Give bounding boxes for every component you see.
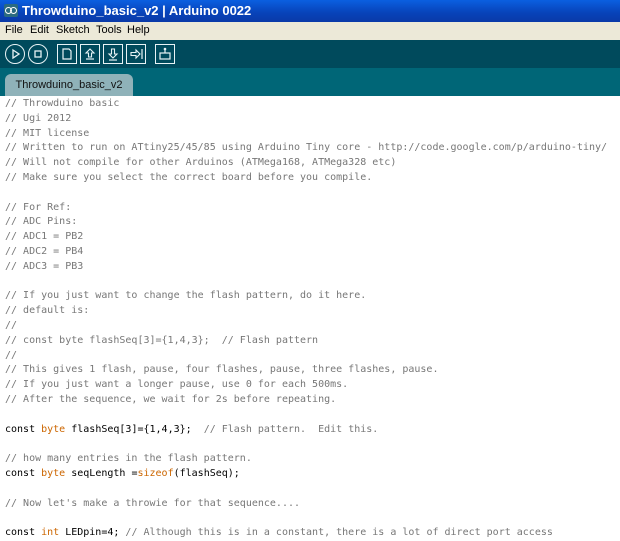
comment-line: // ADC2 = PB4 (5, 245, 83, 260)
comment-text: // If you just want to change the flash … (5, 290, 367, 302)
serial-monitor-button[interactable] (155, 44, 175, 64)
code-line: const int LEDpin=4; // Although this is … (5, 526, 553, 541)
stop-icon (34, 50, 42, 58)
menu-edit[interactable]: Edit (30, 24, 49, 36)
code-text: flashSeq[3]={1,4,3}; (65, 423, 204, 435)
save-arrow-down-icon (107, 48, 119, 61)
comment-line: // ADC1 = PB2 (5, 230, 83, 245)
comment-line: // const byte flashSeq[3]={1,4,3}; // Fl… (5, 334, 318, 349)
comment-text: // ADC Pins: (5, 216, 78, 228)
upload-arrow-right-icon (130, 48, 143, 60)
save-button[interactable] (103, 44, 123, 64)
code-editor[interactable]: // Throwduino basic // Ugi 2012 // MIT lic… (0, 96, 620, 541)
code-line: const byte seqLength =sizeof(flashSeq); (5, 467, 240, 482)
comment-line: // After the sequence, we wait for 2s be… (5, 393, 336, 408)
comment-text: // Flash pattern. Edit this. (203, 423, 379, 435)
keyword-token: int (41, 527, 60, 539)
comment-line: // Will not compile for other Arduinos (… (5, 156, 396, 171)
comment-text: // Make sure you select the correct boar… (5, 172, 373, 183)
comment-line: // This gives 1 flash, pause, four flash… (5, 363, 438, 378)
menu-sketch[interactable]: Sketch (56, 24, 90, 36)
comment-text: // (5, 320, 18, 331)
comment-line: // For Ref: (5, 201, 71, 216)
code-text: const (5, 527, 42, 539)
comment-text: // For Ref: (5, 201, 72, 213)
keyword-token: sizeof (137, 468, 174, 479)
comment-line: // ADC Pins: (5, 215, 77, 230)
menu-bar: File Edit Sketch Tools Help (0, 22, 620, 41)
arduino-app-icon (4, 4, 18, 17)
comment-line: // Throwduino basic (5, 97, 119, 112)
comment-text: // const byte flashSeq[3]={1,4,3}; // Fl… (5, 334, 319, 346)
comment-text: // (5, 349, 18, 361)
code-line: const byte flashSeq[3]={1,4,3}; // Flash… (5, 423, 378, 438)
comment-line: // ADC3 = PB3 (5, 260, 83, 275)
open-button[interactable] (80, 44, 100, 64)
comment-text: // Although this is in a constant, there… (125, 527, 553, 539)
new-file-icon (62, 48, 72, 60)
code-text: const (5, 423, 42, 435)
comment-line: // If you just want a longer pause, use … (5, 378, 348, 393)
comment-text: // This gives 1 flash, pause, four flash… (5, 364, 439, 376)
code-text: LEDpin=4; (59, 527, 126, 539)
code-text: (flashSeq); (173, 468, 240, 479)
comment-text: // Ugi 2012 (5, 112, 72, 124)
comment-line: // Ugi 2012 (5, 112, 71, 127)
comment-text: // ADC3 = PB3 (5, 260, 84, 272)
comment-text: // Throwduino basic (5, 98, 120, 109)
menu-tools[interactable]: Tools (96, 24, 122, 36)
toolbar (0, 40, 620, 68)
keyword-token: byte (41, 423, 66, 435)
new-button[interactable] (57, 44, 77, 64)
comment-line: // MIT license (5, 127, 89, 142)
tab-label: Throwduino_basic_v2 (15, 79, 123, 91)
comment-line: // Written to run on ATtiny25/45/85 usin… (5, 141, 607, 156)
window-title: Throwduino_basic_v2 | Arduino 0022 (22, 3, 252, 18)
menu-help[interactable]: Help (127, 24, 150, 36)
title-bar: Throwduino_basic_v2 | Arduino 0022 (0, 0, 620, 22)
comment-line: // Make sure you select the correct boar… (5, 171, 372, 186)
comment-line: // (5, 319, 17, 334)
comment-text: // ADC1 = PB2 (5, 231, 84, 243)
comment-text: // If you just want a longer pause, use … (5, 379, 349, 391)
comment-text: // default is: (5, 305, 90, 317)
comment-line: // how many entries in the flash pattern… (5, 452, 252, 467)
menu-file[interactable]: File (5, 24, 23, 36)
play-icon (12, 48, 21, 60)
stop-button[interactable] (28, 44, 48, 64)
comment-line: // If you just want to change the flash … (5, 289, 366, 304)
serial-monitor-icon (159, 47, 171, 60)
comment-text: // After the sequence, we wait for 2s be… (5, 394, 337, 405)
comment-text: // Written to run on ATtiny25/45/85 usin… (5, 142, 608, 154)
tab-throwduino-basic-v2[interactable]: Throwduino_basic_v2 (5, 74, 133, 96)
keyword-token: byte (41, 468, 66, 479)
comment-text: // how many entries in the flash pattern… (5, 453, 252, 465)
code-text: const (5, 468, 42, 479)
open-arrow-up-icon (84, 48, 96, 60)
verify-button[interactable] (5, 44, 25, 64)
comment-text: // Now let's make a throwie for that seq… (5, 497, 301, 509)
comment-line: // Now let's make a throwie for that seq… (5, 497, 300, 512)
upload-button[interactable] (126, 44, 146, 64)
comment-text: // ADC2 = PB4 (5, 246, 84, 257)
code-text: seqLength = (65, 468, 138, 479)
comment-text: // Will not compile for other Arduinos (… (5, 157, 397, 169)
comment-line: // (5, 349, 17, 364)
comment-text: // MIT license (5, 127, 90, 139)
comment-line: // default is: (5, 304, 89, 319)
